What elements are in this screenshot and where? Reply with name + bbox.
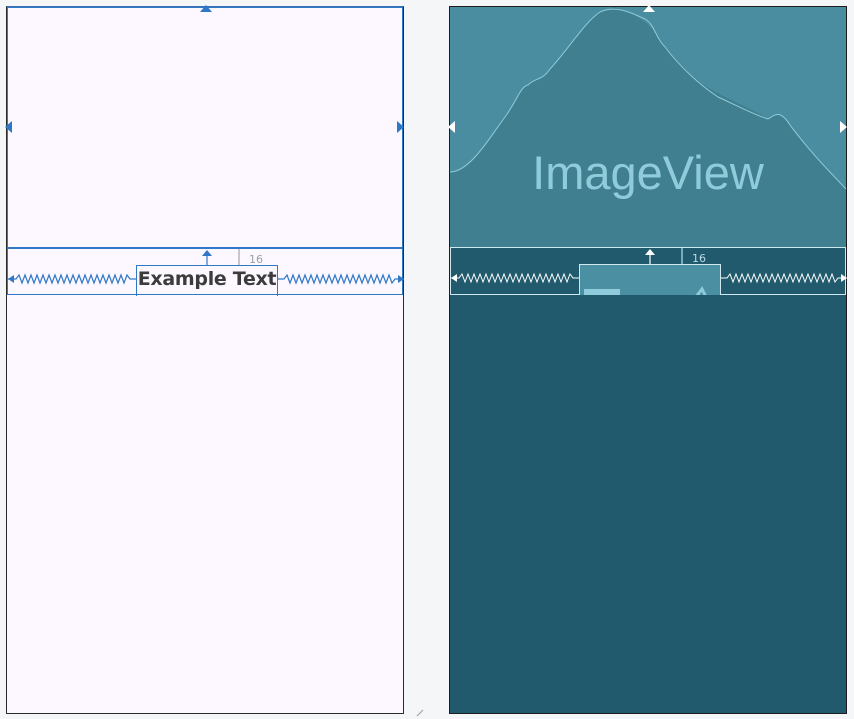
left-constraint-handle[interactable]	[448, 121, 456, 133]
text-top-constraint[interactable]	[644, 248, 656, 264]
right-constraint-handle[interactable]	[397, 121, 405, 133]
design-view-panel: 16 Example Text	[5, 5, 405, 714]
textview-row: 16 Example Text	[7, 248, 404, 296]
text-placeholder-glyph	[695, 286, 707, 295]
margin-indicator	[681, 248, 683, 264]
margin-indicator	[238, 249, 240, 265]
text-top-constraint[interactable]	[201, 249, 213, 265]
imageview-bounds[interactable]	[7, 7, 403, 248]
left-constraint-handle[interactable]	[5, 121, 13, 133]
textview-placeholder[interactable]	[579, 264, 721, 295]
top-constraint-handle[interactable]	[643, 5, 655, 13]
textview-row: 16	[450, 248, 847, 295]
left-chain-spring	[451, 272, 579, 284]
imageview-placeholder[interactable]: ImageView	[449, 7, 847, 248]
right-constraint-handle[interactable]	[840, 121, 848, 133]
top-constraint-handle[interactable]	[200, 5, 212, 13]
right-chain-spring	[721, 272, 847, 284]
textview[interactable]: Example Text	[136, 265, 278, 296]
imageview-label: ImageView	[532, 146, 764, 199]
right-chain-spring	[278, 273, 404, 285]
left-chain-spring	[8, 273, 136, 285]
mountain-placeholder-graphic	[449, 7, 847, 190]
blueprint-view-panel: ImageView 16	[448, 5, 848, 714]
text-placeholder-glyph	[584, 289, 620, 295]
example-text-label: Example Text	[137, 268, 277, 290]
resize-grip-icon[interactable]	[416, 709, 424, 717]
